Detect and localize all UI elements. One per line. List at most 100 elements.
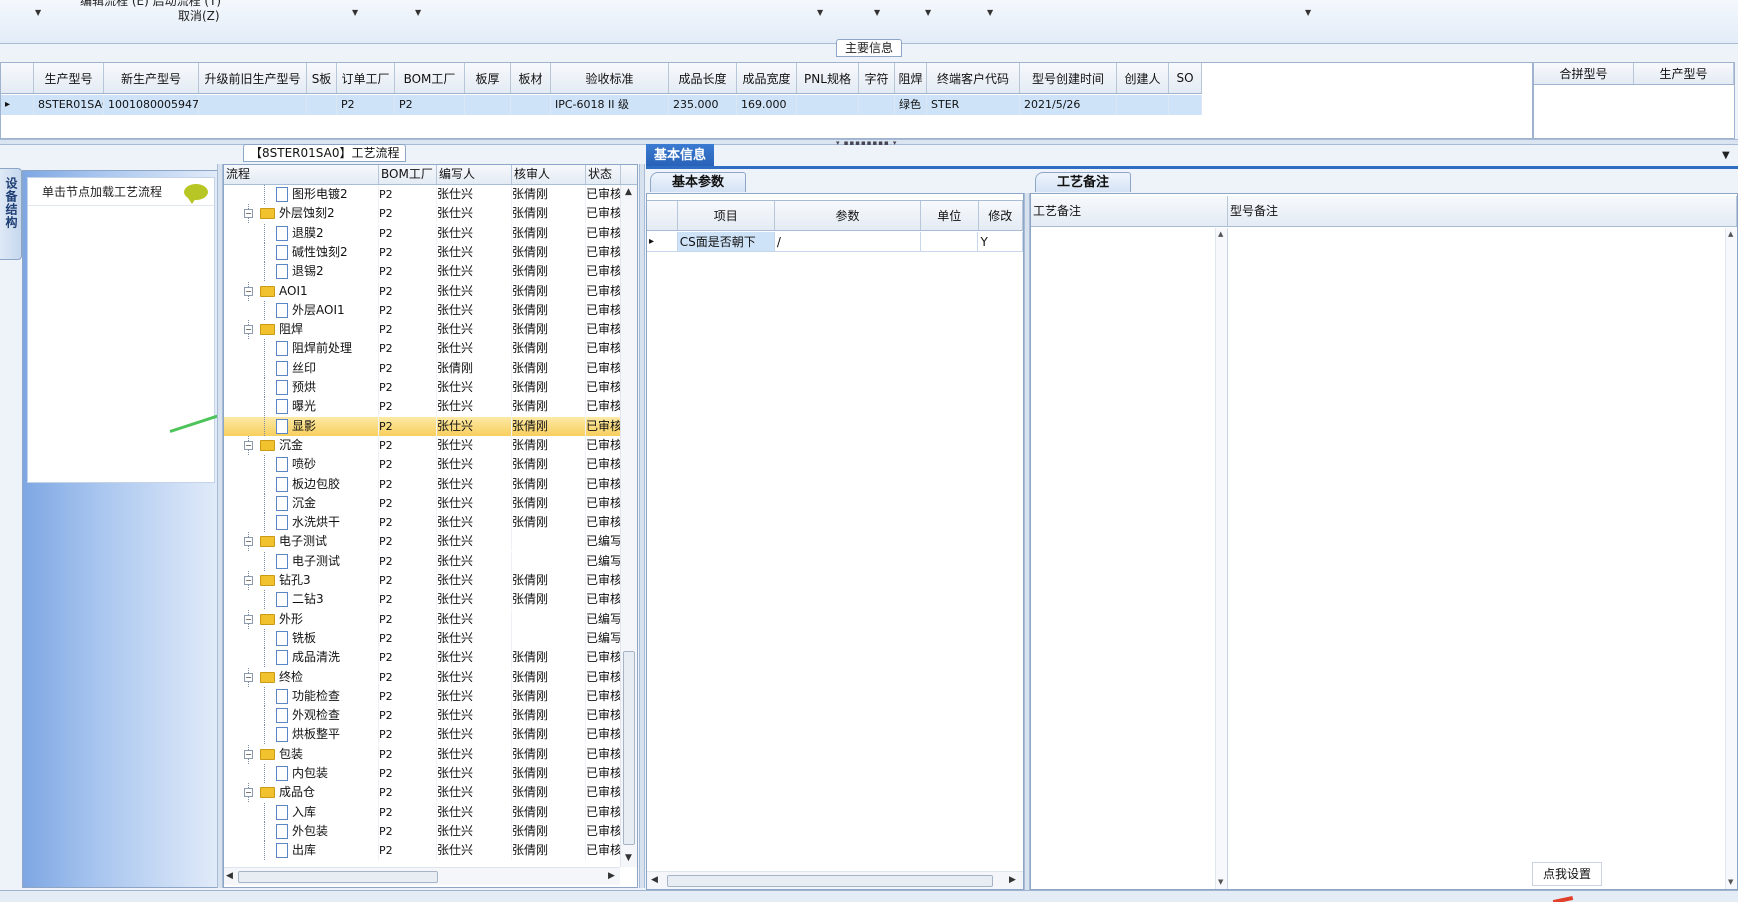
column-header[interactable]: 流程 (224, 165, 379, 184)
column-header[interactable]: 单位 (921, 201, 979, 230)
column-header[interactable]: 参数 (775, 201, 922, 230)
tree-node[interactable]: 丝印 P2 张倩刚 张倩刚 已审核 (224, 358, 621, 378)
column-header[interactable]: 编写人 (437, 165, 512, 184)
scroll-left-icon[interactable]: ◀ (651, 875, 658, 885)
tree-node[interactable]: 板边包胶 P2 张仕兴 张倩刚 已审核 (224, 474, 621, 494)
column-header[interactable]: 阻焊 (895, 63, 927, 93)
model-note-textarea[interactable] (1229, 228, 1737, 889)
table-cell[interactable]: Y (978, 232, 1023, 252)
dropdown-arrow-icon[interactable]: ▼ (987, 8, 993, 17)
tree-node[interactable]: 沉金 P2 张仕兴 张倩刚 已审核 (224, 493, 621, 513)
tree-node[interactable]: 图形电镀2 P2 张仕兴 张倩刚 已审核 (224, 185, 621, 204)
note-vertical-scrollbar[interactable]: ▲ ▼ (1725, 228, 1737, 889)
tree-node[interactable]: 显影 P2 张仕兴 张倩刚 已审核 (224, 416, 621, 436)
tree-node[interactable]: 退膜2 P2 张仕兴 张倩刚 已审核 (224, 223, 621, 243)
column-header[interactable]: 板材 (511, 63, 551, 93)
column-header[interactable]: 合拼型号 (1534, 63, 1634, 84)
tree-node[interactable]: 水洗烘干 P2 张仕兴 张倩刚 已审核 (224, 513, 621, 533)
tab-process-notes[interactable]: 工艺备注 (1035, 172, 1131, 192)
collapse-toggle-icon[interactable]: − (244, 440, 253, 450)
collapse-toggle-icon[interactable]: − (244, 749, 253, 759)
dropdown-arrow-icon[interactable]: ▼ (925, 8, 931, 17)
column-header[interactable]: 生产型号 (34, 63, 104, 93)
column-header[interactable]: 字符 (859, 63, 895, 93)
scroll-down-icon[interactable]: ▼ (1218, 878, 1223, 886)
tab-basic-params[interactable]: 基本参数 (650, 172, 746, 192)
table-cell[interactable]: / (774, 232, 921, 252)
column-header[interactable]: 板厚 (465, 63, 511, 93)
column-header[interactable]: 新生产型号 (104, 63, 199, 93)
dropdown-arrow-icon[interactable]: ▼ (1305, 8, 1311, 17)
collapse-toggle-icon[interactable]: − (244, 325, 253, 335)
collapse-toggle-icon[interactable]: − (244, 286, 253, 296)
table-cell[interactable]: CS面是否朝下 (677, 232, 775, 252)
dropdown-arrow-icon[interactable]: ▼ (415, 8, 421, 17)
tree-node[interactable]: − 成品仓 P2 张仕兴 张倩刚 已审核 (224, 783, 621, 803)
cancel-menu-item[interactable]: 取消(Z) (178, 7, 220, 24)
column-header[interactable]: 升级前旧生产型号 (199, 63, 307, 93)
column-header[interactable]: 状态 (586, 165, 621, 184)
process-horizontal-scrollbar[interactable]: ◀ ▶ (224, 867, 620, 885)
scroll-up-icon[interactable]: ▲ (1218, 230, 1223, 238)
table-row[interactable]: ▸ 8STER01SA0 10010800059475 P2 P2 IPC-6018 II… (1, 95, 1202, 115)
tree-node[interactable]: 铣板 P2 张仕兴 已编写 (224, 628, 621, 648)
tree-node[interactable]: − AOI1 P2 张仕兴 张倩刚 已审核 (224, 281, 621, 301)
column-header[interactable]: 创建人 (1117, 63, 1169, 93)
scroll-right-icon[interactable]: ▶ (608, 871, 615, 881)
process-vertical-scrollbar[interactable]: ▲ ▼ (620, 185, 637, 867)
splitter-grip-icon[interactable]: ▾ ▪▪▪▪▪▪▪▪ ▾ (836, 139, 897, 147)
scroll-thumb[interactable] (623, 651, 635, 845)
scroll-left-icon[interactable]: ◀ (226, 871, 233, 881)
tree-node[interactable]: − 阻焊 P2 张仕兴 张倩刚 已审核 (224, 320, 621, 340)
tree-node[interactable]: − 包装 P2 张仕兴 张倩刚 已审核 (224, 744, 621, 764)
dropdown-arrow-icon[interactable]: ▼ (817, 8, 823, 17)
tree-node[interactable]: 曝光 P2 张仕兴 张倩刚 已审核 (224, 397, 621, 417)
tree-node[interactable]: − 外形 P2 张仕兴 已编写 (224, 609, 621, 629)
tree-node[interactable]: 碱性蚀刻2 P2 张仕兴 张倩刚 已审核 (224, 242, 621, 262)
tree-node[interactable]: 外层AOI1 P2 张仕兴 张倩刚 已审核 (224, 300, 621, 320)
table-row[interactable]: ▸ CS面是否朝下 / Y (647, 232, 1023, 252)
tree-node[interactable]: 喷砂 P2 张仕兴 张倩刚 已审核 (224, 455, 621, 475)
scroll-down-icon[interactable]: ▼ (1728, 878, 1733, 886)
settings-button[interactable]: 点我设置 (1532, 862, 1602, 886)
row-indicator-icon[interactable]: ▸ (1, 95, 34, 115)
column-header[interactable]: S板 (307, 63, 337, 93)
column-header[interactable]: 验收标准 (551, 63, 669, 93)
tree-node[interactable]: 入库 P2 张仕兴 张倩刚 已审核 (224, 802, 621, 822)
collapse-toggle-icon[interactable]: − (244, 788, 253, 798)
scroll-right-icon[interactable]: ▶ (1009, 875, 1016, 885)
column-header[interactable]: BOM工厂 (395, 63, 465, 93)
vertical-splitter[interactable] (639, 164, 645, 888)
tree-node[interactable]: 成品清洗 P2 张仕兴 张倩刚 已审核 (224, 648, 621, 668)
column-header[interactable]: 修改 (979, 201, 1023, 230)
collapse-toggle-icon[interactable]: − (244, 576, 253, 585)
tree-node[interactable]: 内包装 P2 张仕兴 张倩刚 已审核 (224, 764, 621, 783)
collapse-toggle-icon[interactable]: − (244, 537, 253, 547)
tree-node[interactable]: 外观检查 P2 张仕兴 张倩刚 已审核 (224, 706, 621, 726)
row-indicator-icon[interactable]: ▸ (647, 232, 678, 252)
tree-node[interactable]: 烘板整平 P2 张仕兴 张倩刚 已审核 (224, 725, 621, 745)
tree-node[interactable]: 退锡2 P2 张仕兴 张倩刚 已审核 (224, 262, 621, 282)
params-horizontal-scrollbar[interactable]: ◀ ▶ (647, 871, 1023, 889)
scroll-up-icon[interactable]: ▲ (1728, 230, 1733, 238)
column-header[interactable]: BOM工厂 (379, 165, 437, 184)
tree-node[interactable]: − 终检 P2 张仕兴 张倩刚 已审核 (224, 667, 621, 687)
tree-node[interactable]: − 沉金 P2 张仕兴 张倩刚 已审核 (224, 435, 621, 455)
column-header[interactable]: 项目 (678, 201, 775, 230)
tree-node[interactable]: 二钻3 P2 张仕兴 张倩刚 已审核 (224, 590, 621, 610)
column-header[interactable]: SO (1169, 63, 1202, 93)
column-header[interactable]: 成品宽度 (737, 63, 797, 93)
table-cell[interactable] (920, 232, 979, 252)
scroll-up-icon[interactable]: ▲ (625, 187, 632, 197)
column-header[interactable]: 生产型号 (1634, 63, 1734, 84)
column-header[interactable]: 型号创建时间 (1020, 63, 1117, 93)
tree-node[interactable]: 出库 P2 张仕兴 张倩刚 已审核 (224, 841, 621, 861)
tree-node[interactable]: 电子测试 P2 张仕兴 已编写 (224, 551, 621, 571)
tree-node[interactable]: 预烘 P2 张仕兴 张倩刚 已审核 (224, 378, 621, 397)
tab-basic-info[interactable]: 基本信息 (646, 144, 714, 168)
dropdown-arrow-icon[interactable]: ▼ (874, 8, 880, 17)
tree-node[interactable]: − 钻孔3 P2 张仕兴 张倩刚 已审核 (224, 571, 621, 590)
scroll-down-icon[interactable]: ▼ (625, 853, 632, 863)
column-header[interactable]: 成品长度 (669, 63, 737, 93)
column-header[interactable]: 终端客户代码 (927, 63, 1020, 93)
